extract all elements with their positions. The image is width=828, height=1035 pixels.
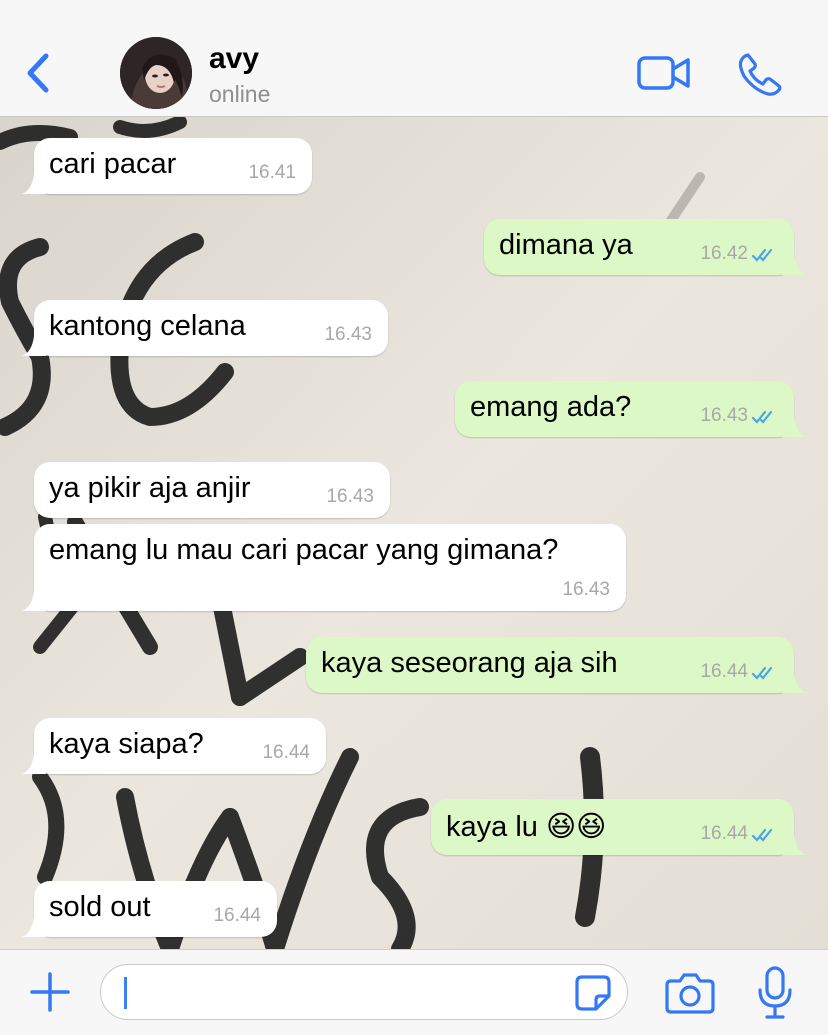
back-chevron-icon[interactable]	[22, 50, 56, 96]
bubble-tail	[22, 754, 46, 774]
message-bubble-outgoing[interactable]: kaya lu 😆😆 16.44	[431, 799, 806, 855]
message-input[interactable]	[100, 964, 628, 1020]
message-list[interactable]: cari pacar 16.41 dimana ya 16.42 kantong…	[0, 117, 828, 949]
message-bubble-incoming[interactable]: emang lu mau cari pacar yang gimana? 16.…	[22, 524, 626, 611]
message-bubble-outgoing[interactable]: emang ada? 16.43	[455, 381, 806, 437]
message-time: 16.44	[700, 661, 748, 682]
message-text: dimana ya	[499, 229, 633, 261]
bubble-tail	[782, 673, 806, 693]
message-text: emang ada?	[470, 391, 632, 423]
message-text: emang lu mau cari pacar yang gimana?	[49, 534, 559, 566]
read-ticks-icon	[751, 410, 773, 424]
bubble-tail	[22, 336, 46, 356]
message-text: kantong celana	[49, 310, 246, 342]
compose-bar	[0, 949, 828, 1035]
bubble-tail	[782, 417, 806, 437]
chat-header: avy online	[0, 0, 828, 117]
sticker-icon[interactable]	[574, 974, 612, 1012]
phone-call-icon[interactable]	[738, 52, 782, 96]
read-ticks-icon	[751, 248, 773, 262]
message-time: 16.42	[700, 243, 748, 264]
message-time: 16.44	[700, 823, 748, 844]
read-ticks-icon	[751, 828, 773, 842]
message-time: 16.44	[213, 905, 261, 926]
bubble-tail	[22, 591, 46, 611]
message-bubble-incoming[interactable]: kantong celana 16.43	[22, 300, 388, 356]
video-call-icon[interactable]	[637, 54, 691, 92]
microphone-icon[interactable]	[755, 966, 795, 1020]
message-time: 16.43	[324, 324, 372, 345]
message-text: cari pacar	[49, 148, 177, 180]
contact-avatar[interactable]	[120, 37, 192, 109]
message-time: 16.43	[326, 486, 374, 507]
bubble-tail	[22, 917, 46, 937]
message-text: ya pikir aja anjir	[49, 472, 251, 504]
message-bubble-incoming[interactable]: cari pacar 16.41	[22, 138, 312, 194]
bubble-tail	[782, 835, 806, 855]
message-bubble-outgoing[interactable]: dimana ya 16.42	[484, 219, 806, 275]
message-time: 16.41	[248, 162, 296, 183]
contact-status: online	[209, 81, 271, 107]
message-text: kaya lu 😆😆	[446, 811, 607, 843]
message-text: sold out	[49, 891, 151, 923]
message-text: kaya seseorang aja sih	[321, 647, 618, 679]
message-time: 16.43	[700, 405, 748, 426]
message-text: kaya siapa?	[49, 728, 204, 760]
message-bubble-incoming[interactable]: sold out 16.44	[22, 881, 277, 937]
plus-attach-icon[interactable]	[28, 970, 72, 1014]
message-time: 16.44	[262, 742, 310, 763]
camera-icon[interactable]	[665, 972, 715, 1014]
bubble-tail	[22, 174, 46, 194]
message-bubble-incoming[interactable]: ya pikir aja anjir 16.43	[34, 462, 390, 518]
bubble-tail	[782, 255, 806, 275]
read-ticks-icon	[751, 666, 773, 680]
message-bubble-incoming[interactable]: kaya siapa? 16.44	[22, 718, 326, 774]
message-time: 16.43	[562, 579, 610, 600]
contact-name[interactable]: avy	[209, 42, 259, 76]
message-bubble-outgoing[interactable]: kaya seseorang aja sih 16.44	[306, 637, 806, 693]
text-caret	[124, 977, 127, 1009]
